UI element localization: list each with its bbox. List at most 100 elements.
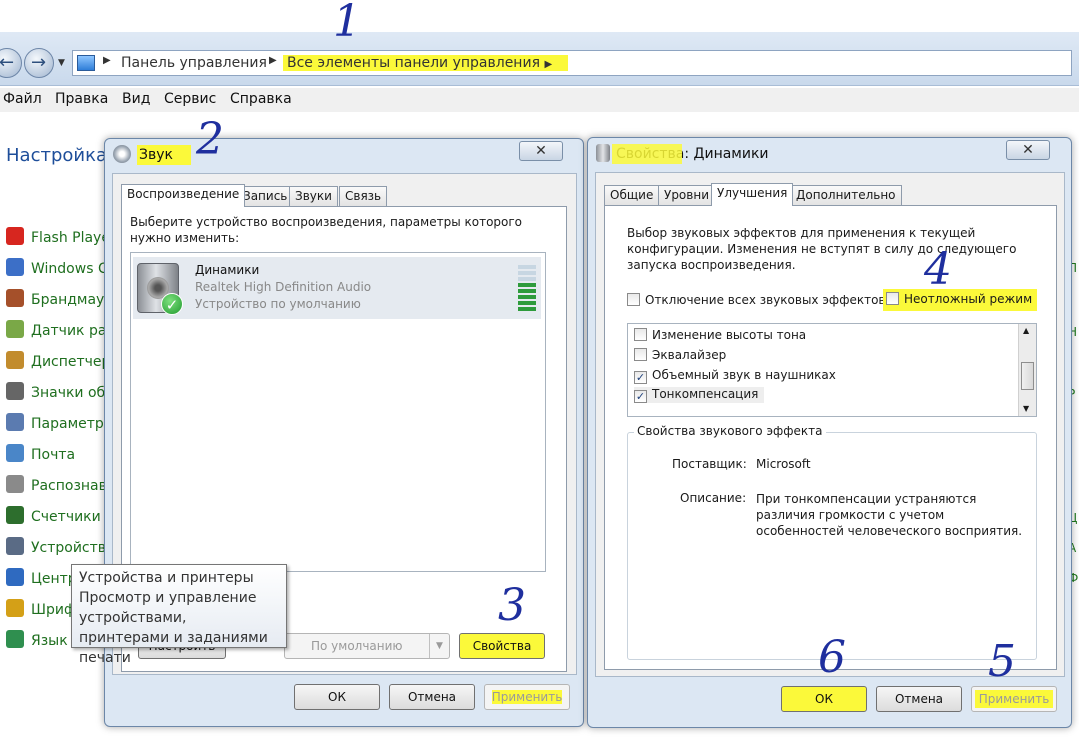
device-row-speakers[interactable]: ✓ Динамики Realtek High Definition Audio…	[133, 257, 541, 319]
effect-label: Изменение высоты тона	[652, 328, 807, 342]
control-panel-item[interactable]: Брандмауэ	[6, 289, 112, 308]
control-panel-item[interactable]: Распознав	[6, 475, 107, 494]
cancel-button[interactable]: Отмена	[389, 684, 475, 710]
tab-sounds[interactable]: Звуки	[289, 186, 338, 206]
back-arrow-icon: ←	[0, 52, 15, 73]
control-panel-item-label: Счетчики и	[31, 509, 115, 525]
properties-tabs: Общие Уровни Улучшения Дополнительно	[604, 183, 1054, 206]
breadcrumb-all-items[interactable]: Все элементы панели управления ▶	[283, 55, 569, 71]
history-dropdown-icon[interactable]: ▼	[58, 58, 65, 68]
apply-button[interactable]: Применить	[971, 686, 1057, 712]
control-panel-item[interactable]: Параметры	[6, 413, 115, 432]
credential-manager-icon	[6, 351, 24, 369]
control-panel-item[interactable]: Диспетчер	[6, 351, 110, 370]
back-button[interactable]: ←	[0, 48, 22, 78]
tab-communications[interactable]: Связь	[339, 186, 388, 206]
sound-dialog-title-text: Звук	[137, 145, 191, 165]
device-list: ✓ Динамики Realtek High Definition Audio…	[130, 252, 546, 572]
control-panel-item[interactable]: Значки обл	[6, 382, 114, 401]
control-panel-item-label: Почта	[31, 447, 76, 463]
location-sensor-icon	[6, 320, 24, 338]
menu-edit[interactable]: Правка	[55, 91, 108, 107]
control-panel-item-label: Диспетчер	[31, 354, 111, 370]
close-button[interactable]: ✕	[519, 141, 563, 161]
ok-button[interactable]: ОК	[294, 684, 380, 710]
tab-playback[interactable]: Воспроизведение	[121, 184, 246, 207]
breadcrumb-control-panel[interactable]: Панель управления	[121, 55, 267, 71]
sound-dialog-title: Звук	[113, 145, 191, 165]
microphone-icon	[6, 475, 24, 493]
scroll-up-icon[interactable]: ▲	[1023, 326, 1029, 335]
control-panel-item[interactable]: Flash Playe	[6, 227, 110, 246]
ok-button[interactable]: ОК	[781, 686, 867, 712]
tab-levels[interactable]: Уровни	[658, 185, 715, 205]
properties-dialog-body: Общие Уровни Улучшения Дополнительно Выб…	[595, 172, 1065, 677]
tab-general[interactable]: Общие	[604, 185, 660, 205]
tab-recording[interactable]: Запись	[237, 186, 294, 206]
checkbox-box	[627, 293, 640, 306]
checkbox-box	[886, 292, 899, 305]
printer-icon	[6, 537, 24, 555]
control-panel-item[interactable]: Центр	[6, 568, 77, 587]
effects-list: Изменение высоты тона Эквалайзер ✓ Объемн…	[627, 323, 1037, 417]
annotation-3: 3	[498, 580, 526, 631]
checkbox-box: ✓	[634, 371, 647, 384]
settings-icon	[6, 413, 24, 431]
menu-file[interactable]: Файл	[3, 91, 42, 107]
menu-tools[interactable]: Сервис	[164, 91, 216, 107]
immediate-mode-checkbox[interactable]: Неотложный режим	[883, 289, 1037, 311]
speaker-icon	[596, 144, 610, 162]
description-value: При тонкомпенсации устраняются различия …	[756, 492, 1023, 538]
breadcrumb[interactable]: ▶ Панель управления ▶ Все элементы панел…	[72, 50, 1072, 76]
control-panel-item-label: Устройства	[31, 540, 115, 556]
control-panel-item[interactable]: Счетчики и	[6, 506, 114, 525]
tooltip-text: Просмотр и управление устройствами, прин…	[79, 590, 268, 666]
scroll-thumb[interactable]	[1021, 362, 1034, 390]
forward-button[interactable]: →	[24, 48, 54, 78]
device-name: Динамики	[195, 263, 260, 277]
apply-button-label: Применить	[974, 690, 1054, 708]
checkbox-box	[634, 348, 647, 361]
menu-view[interactable]: Вид	[122, 91, 150, 107]
effect-label: Тонкомпенсация	[652, 387, 759, 401]
effect-item[interactable]: Эквалайзер	[634, 348, 726, 362]
tooltip-title: Устройства и принтеры	[79, 570, 254, 586]
chevron-right-icon: ▶	[544, 59, 553, 70]
scroll-down-icon[interactable]: ▼	[1023, 404, 1029, 413]
level-meter	[518, 265, 536, 315]
control-panel-item[interactable]: Датчик рас	[6, 320, 114, 339]
page-title: Настройка	[6, 145, 107, 166]
default-device-check-icon: ✓	[161, 293, 183, 315]
control-panel-item[interactable]: Почта	[6, 444, 75, 463]
close-button[interactable]: ✕	[1006, 140, 1050, 160]
mail-icon	[6, 444, 24, 462]
breadcrumb-all-items-label: Все элементы панели управления	[287, 55, 540, 71]
effect-item[interactable]: ✓ Тонкомпенсация	[634, 387, 765, 403]
set-default-dropdown[interactable]: По умолчанию ▼	[284, 633, 450, 659]
speaker-icon	[113, 145, 131, 163]
control-panel-item[interactable]: Язык	[6, 630, 68, 649]
checkbox-box: ✓	[634, 390, 647, 403]
control-panel-item-label: Шриф	[31, 602, 76, 618]
effects-scrollbar[interactable]: ▲ ▼	[1018, 324, 1036, 416]
set-default-label: По умолчанию	[311, 639, 403, 653]
tab-advanced[interactable]: Дополнительно	[790, 185, 902, 205]
menu-help[interactable]: Справка	[230, 91, 292, 107]
effect-properties-group: Свойства звукового эффекта Поставщик: Mi…	[627, 424, 1037, 660]
apply-button-label: Применить	[491, 690, 563, 704]
control-panel-item[interactable]: Устройства	[6, 537, 115, 556]
title-highlight	[612, 144, 682, 164]
windows-cardspace-icon	[6, 258, 24, 276]
chevron-down-icon: ▼	[429, 634, 449, 658]
cancel-button[interactable]: Отмена	[876, 686, 962, 712]
apply-button[interactable]: Применить	[484, 684, 570, 710]
disable-all-effects-checkbox[interactable]: Отключение всех звуковых эффектов	[627, 293, 886, 307]
control-panel-item-label: Язык	[31, 633, 68, 649]
annotation-2: 2	[196, 114, 224, 165]
tab-enhancements[interactable]: Улучшения	[711, 183, 794, 206]
properties-button[interactable]: Свойства	[459, 633, 545, 659]
effect-item[interactable]: Изменение высоты тона	[634, 328, 806, 342]
effect-item[interactable]: ✓ Объемный звук в наушниках	[634, 368, 836, 384]
control-panel-item[interactable]: Шриф	[6, 599, 76, 618]
control-panel-item[interactable]: Windows C	[6, 258, 108, 277]
